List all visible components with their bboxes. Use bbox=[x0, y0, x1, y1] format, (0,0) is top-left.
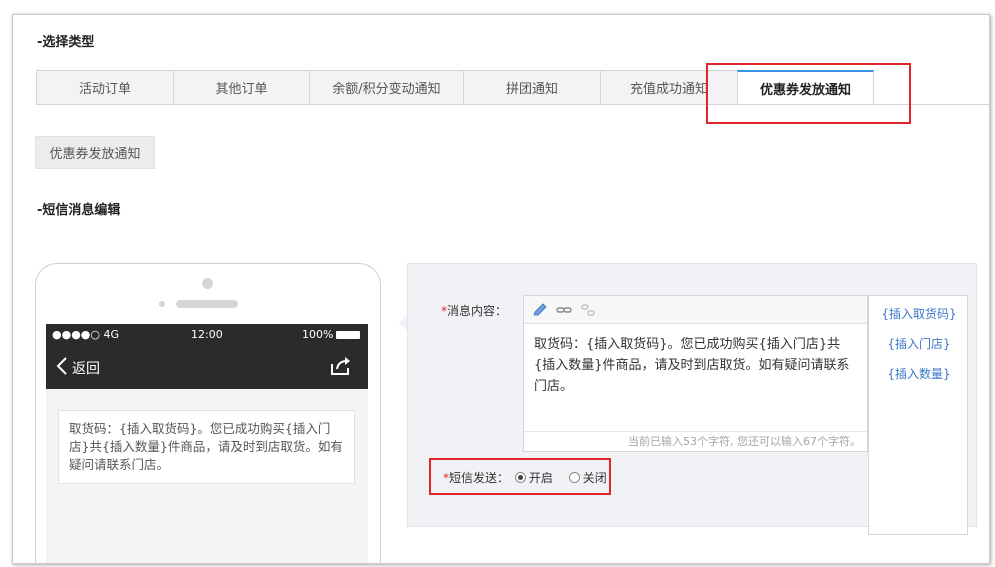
highlight-box-sms-send bbox=[429, 458, 611, 495]
insert-pickup-code-link[interactable]: {插入取货码} bbox=[869, 305, 969, 322]
section-title-sms-edit: -短信消息编辑 bbox=[37, 203, 121, 218]
battery-percent: 100% bbox=[302, 328, 334, 341]
phone-nav-bar: 返回 bbox=[46, 346, 368, 389]
insert-variables-panel: {插入取货码} {插入门店} {插入数量} bbox=[868, 295, 968, 535]
tab-other-order[interactable]: 其他订单 bbox=[173, 70, 309, 105]
message-preview: 取货码：{插入取货码}。您已成功购买{插入门店}共{插入数量}件商品，请及时到店… bbox=[58, 410, 355, 484]
insert-store-link[interactable]: {插入门店} bbox=[869, 335, 969, 352]
highlight-box-tab bbox=[706, 63, 911, 124]
phone-sensor bbox=[159, 301, 165, 307]
back-arrow-icon[interactable] bbox=[56, 356, 68, 380]
section-title-select-type: -选择类型 bbox=[37, 35, 95, 50]
page-frame: -选择类型 活动订单 其他订单 余额/积分变动通知 拼团通知 充值成功通知 优惠… bbox=[12, 14, 990, 564]
phone-speaker bbox=[176, 300, 238, 308]
message-editor: 取货码：{插入取货码}。您已成功购买{插入门店}共{插入数量}件商品，请及时到店… bbox=[523, 295, 868, 452]
phone-status-bar: ●●●●○ 4G 12:00 100% bbox=[46, 324, 368, 346]
content-label: *消息内容： bbox=[441, 304, 508, 318]
subtab-coupon-notice[interactable]: 优惠券发放通知 bbox=[35, 136, 155, 169]
phone-preview: ●●●●○ 4G 12:00 100% 返回 取货码：{插入取货码}。您已成功购… bbox=[35, 263, 381, 563]
tab-activity-order[interactable]: 活动订单 bbox=[36, 70, 173, 105]
carrier-signal: ●●●●○ 4G bbox=[52, 328, 120, 341]
share-icon[interactable] bbox=[329, 356, 351, 380]
tab-group-buy[interactable]: 拼团通知 bbox=[463, 70, 600, 105]
unlink-icon[interactable] bbox=[580, 302, 596, 316]
phone-camera bbox=[202, 278, 213, 289]
tab-balance-points[interactable]: 余额/积分变动通知 bbox=[309, 70, 463, 105]
char-counter: 当前已输入53个字符, 您还可以输入67个字符。 bbox=[524, 431, 867, 451]
editor-toolbar bbox=[524, 296, 867, 324]
message-content-text[interactable]: 取货码：{插入取货码}。您已成功购买{插入门店}共{插入数量}件商品，请及时到店… bbox=[534, 334, 859, 397]
pencil-icon[interactable] bbox=[532, 302, 548, 316]
back-label[interactable]: 返回 bbox=[72, 358, 100, 378]
insert-quantity-link[interactable]: {插入数量} bbox=[869, 365, 969, 382]
link-icon[interactable] bbox=[556, 302, 572, 316]
panel-pointer bbox=[399, 315, 407, 331]
battery-icon bbox=[336, 331, 360, 339]
phone-screen: ●●●●○ 4G 12:00 100% 返回 取货码：{插入取货码}。您已成功购… bbox=[46, 324, 368, 563]
status-time: 12:00 bbox=[191, 328, 223, 341]
